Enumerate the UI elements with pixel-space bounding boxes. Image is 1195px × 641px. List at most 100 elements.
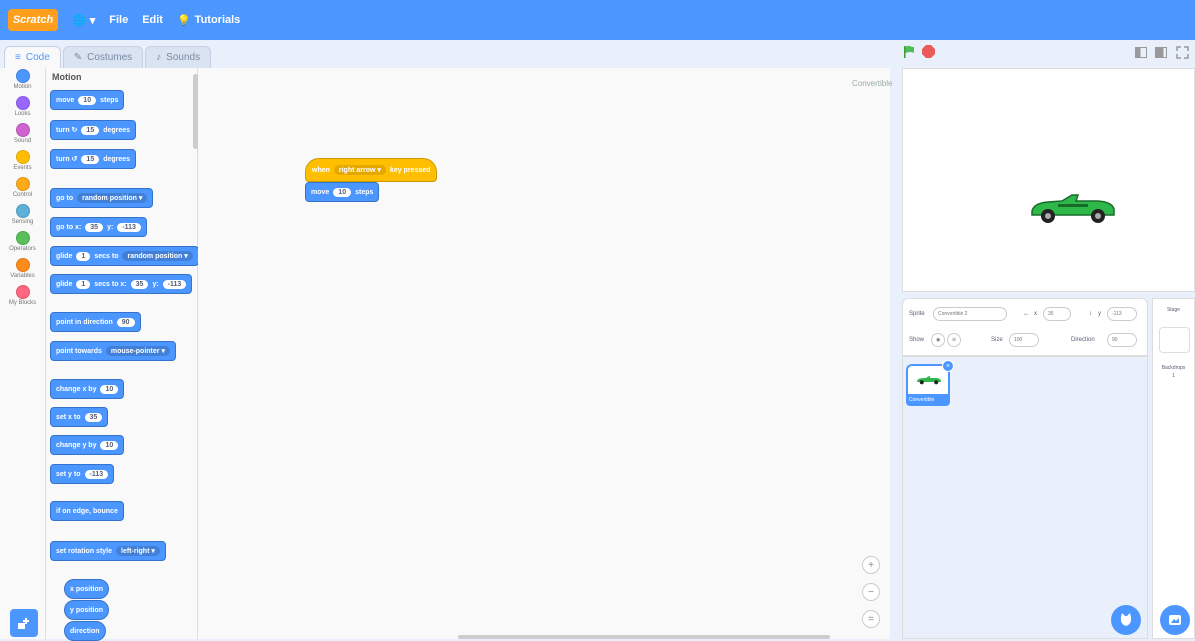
edit-menu[interactable]: Edit	[142, 14, 163, 26]
block-input[interactable]: 15	[81, 125, 100, 135]
block-turn-right[interactable]: turn ↻ 15 degrees	[50, 120, 137, 140]
category-label: Control	[12, 192, 33, 198]
block-rotation-style[interactable]: set rotation style left-right ▾	[50, 541, 166, 561]
scratch-logo[interactable]: Scratch	[8, 9, 58, 31]
category-sensing[interactable]: Sensing	[0, 204, 45, 230]
block-go-to[interactable]: go to random position ▾	[50, 188, 154, 208]
block-input[interactable]: 10	[78, 95, 97, 105]
block-go-to-xy[interactable]: go to x: 35 y: -113	[50, 217, 147, 237]
block-input[interactable]: 10	[333, 187, 352, 197]
block-dropdown[interactable]: random position ▾	[122, 251, 193, 261]
block-input[interactable]: 10	[100, 440, 119, 450]
y-icon: ↕	[1089, 311, 1092, 317]
category-dot	[15, 150, 30, 164]
tutorials-menu[interactable]: 💡 Tutorials	[177, 14, 240, 27]
category-control[interactable]: Control	[0, 177, 45, 203]
block-text: x position	[70, 585, 104, 593]
block-set-y[interactable]: set y to -113	[50, 464, 115, 484]
direction-label: Direction	[1071, 337, 1095, 343]
zoom-in-button[interactable]: +	[862, 556, 880, 574]
block-input[interactable]: 1	[76, 251, 91, 261]
category-variables[interactable]: Variables	[0, 258, 45, 284]
block-turn-left[interactable]: turn ↺ 15 degrees	[50, 149, 137, 169]
script-move-block[interactable]: move 10 steps	[305, 182, 380, 202]
category-dot	[15, 177, 30, 191]
menu-bar: Scratch 🌐 ▾ File Edit 💡 Tutorials	[0, 0, 1195, 40]
sprite-name-input[interactable]: Convertible 2	[933, 307, 1007, 321]
y-position-input[interactable]: -113	[1107, 307, 1137, 321]
stage-thumbnail[interactable]	[1159, 327, 1190, 353]
chevron-down-icon: ▾	[89, 14, 96, 27]
choose-sprite-button[interactable]	[1111, 605, 1141, 635]
block-input[interactable]: 35	[130, 279, 149, 289]
category-my-blocks[interactable]: My Blocks	[0, 285, 45, 311]
category-sound[interactable]: Sound	[0, 123, 45, 149]
cat-icon	[1120, 613, 1132, 626]
stage-canvas[interactable]	[902, 68, 1195, 292]
tab-costumes-label: Costumes	[87, 52, 133, 63]
block-move-steps[interactable]: move 10 steps	[50, 90, 125, 110]
tab-code-label: Code	[25, 52, 50, 63]
tutorials-label: Tutorials	[194, 14, 241, 26]
zoom-reset-button[interactable]: =	[862, 610, 880, 628]
y-label: y	[1098, 311, 1101, 317]
tab-code[interactable]: ≡ Code	[4, 46, 61, 68]
block-change-y[interactable]: change y by 10	[50, 435, 125, 455]
delete-sprite-icon[interactable]: ×	[942, 360, 954, 372]
script-hat-block[interactable]: when right arrow ▾ key pressed	[305, 158, 438, 182]
block-input[interactable]: 35	[85, 222, 104, 232]
block-input[interactable]: -113	[117, 222, 141, 232]
block-point-towards[interactable]: point towards mouse-pointer ▾	[50, 341, 176, 361]
file-menu[interactable]: File	[109, 14, 128, 26]
show-hidden-toggle[interactable]: ⊘	[947, 333, 961, 347]
category-operators[interactable]: Operators	[0, 231, 45, 257]
fullscreen-icon[interactable]	[1176, 46, 1189, 59]
block-point-direction[interactable]: point in direction 90	[50, 312, 141, 332]
block-y-position[interactable]: y position	[64, 600, 110, 620]
show-visible-toggle[interactable]: ◉	[931, 333, 945, 347]
small-stage-icon[interactable]	[1135, 47, 1147, 58]
block-input[interactable]: 1	[76, 279, 91, 289]
block-text: change x by	[56, 385, 97, 393]
add-extension-button[interactable]	[10, 609, 38, 637]
block-input[interactable]: 35	[84, 412, 103, 422]
convertible-sprite[interactable]	[1028, 191, 1118, 225]
block-input[interactable]: -113	[162, 279, 187, 289]
block-glide-to[interactable]: glide 1 secs to random position ▾	[50, 246, 199, 266]
block-dropdown[interactable]: left-right ▾	[116, 546, 160, 556]
x-position-input[interactable]: 35	[1043, 307, 1071, 321]
tab-sounds[interactable]: ♪ Sounds	[145, 46, 212, 68]
language-menu[interactable]: 🌐 ▾	[72, 14, 95, 27]
direction-input[interactable]: 90	[1107, 333, 1137, 347]
block-dropdown[interactable]: right arrow ▾	[333, 165, 386, 175]
block-text: move	[56, 96, 75, 104]
block-dropdown[interactable]: mouse-pointer ▾	[105, 346, 170, 356]
large-stage-icon[interactable]	[1155, 47, 1167, 58]
workspace-horizontal-scrollbar[interactable]	[458, 635, 830, 639]
green-flag-icon[interactable]	[902, 45, 916, 59]
block-input[interactable]: -113	[84, 469, 109, 479]
tab-costumes[interactable]: ✎ Costumes	[62, 46, 144, 68]
block-dropdown[interactable]: random position ▾	[77, 193, 148, 203]
block-set-x[interactable]: set x to 35	[50, 407, 109, 427]
choose-backdrop-button[interactable]	[1160, 605, 1190, 635]
zoom-out-button[interactable]: −	[862, 583, 880, 601]
category-motion[interactable]: Motion	[0, 69, 45, 95]
block-text: y position	[70, 606, 104, 614]
category-label: Variables	[10, 273, 35, 279]
script-area[interactable]	[198, 68, 890, 639]
block-input[interactable]: 15	[81, 154, 100, 164]
stop-icon[interactable]	[922, 45, 935, 58]
block-change-x[interactable]: change x by 10	[50, 379, 125, 399]
block-bounce[interactable]: if on edge, bounce	[50, 501, 124, 521]
category-looks[interactable]: Looks	[0, 96, 45, 122]
block-text: steps	[355, 188, 374, 196]
category-events[interactable]: Events	[0, 150, 45, 176]
stage-selector-panel[interactable]: Stage Backdrops 1	[1152, 298, 1195, 639]
block-glide-xy[interactable]: glide 1 secs to x: 35 y: -113	[50, 274, 193, 294]
size-input[interactable]: 100	[1009, 333, 1039, 347]
block-input[interactable]: 10	[100, 384, 119, 394]
block-x-position[interactable]: x position	[64, 579, 110, 599]
block-input[interactable]: 90	[116, 317, 135, 327]
block-direction[interactable]: direction	[64, 621, 106, 641]
